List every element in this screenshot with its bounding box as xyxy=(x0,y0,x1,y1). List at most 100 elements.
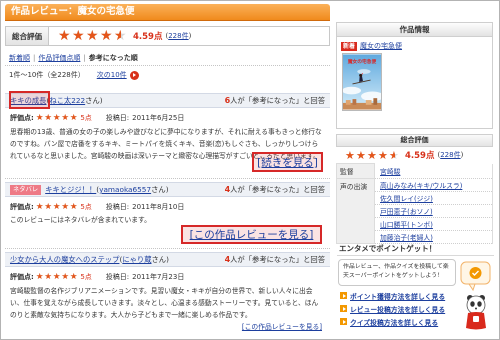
review-count-link[interactable]: 228件 xyxy=(440,151,460,159)
review-header: ネタバレ キキとジジ！！(yamaoka6557 さん) 4人が「参考になった」と回… xyxy=(5,182,330,197)
rating-label: 評価点: xyxy=(10,114,34,122)
star-icon xyxy=(44,203,53,212)
sort-options: 新着順 | 作品評価点順 | 参考になった順 xyxy=(9,53,138,63)
reviewer-link[interactable]: ねこ太222 xyxy=(49,96,85,106)
overall-star-rating xyxy=(58,29,128,43)
divider xyxy=(5,248,330,249)
credit-name-link[interactable]: 加藤治子(老婦人) xyxy=(380,234,433,242)
read-more-link[interactable]: [続きを見る] xyxy=(252,152,323,172)
star-icon xyxy=(70,273,79,282)
star-icon xyxy=(367,150,378,161)
star-icon xyxy=(114,29,128,43)
helpful-label: 人が「参考になった」と回答 xyxy=(230,184,325,194)
star-icon xyxy=(70,114,79,123)
sort-rating-link[interactable]: 作品評価点順 xyxy=(38,54,80,62)
work-title-row: 新着 魔女の宅急便 xyxy=(341,41,402,51)
credit-names: 佐久間レイ(ジジ) xyxy=(374,191,493,205)
work-info-title: 作品情報 xyxy=(337,23,492,37)
review-star-rating xyxy=(36,114,79,123)
credit-name-link[interactable]: 戸田恵子(おソノ) xyxy=(380,208,433,216)
page-title-bar: 作品レビュー：魔女の宅急便 xyxy=(5,4,330,21)
result-range: 1件～10件（全228件） xyxy=(9,71,85,79)
new-badge: 新着 xyxy=(341,41,358,51)
work-info-box: 作品情報 新着 魔女の宅急便 魔女の宅急便 xyxy=(336,22,493,129)
review-title-link[interactable]: キキとジジ！！ xyxy=(45,185,96,195)
star-icon xyxy=(378,150,389,161)
review-star-rating xyxy=(36,203,79,212)
sidebar-star-rating xyxy=(345,150,400,161)
page-title: 作品レビュー：魔女の宅急便 xyxy=(11,6,135,17)
star-icon xyxy=(70,203,79,212)
posted-label: 投稿日: xyxy=(105,114,130,122)
credit-names: 宮崎駿 xyxy=(374,163,493,179)
sidebar-review-count: (228件) xyxy=(437,150,463,160)
star-icon xyxy=(61,203,70,212)
review-count-link[interactable]: 228件 xyxy=(168,32,188,40)
promo-title: エンタメでポイントゲット！ xyxy=(337,243,494,256)
sidebar-rating-row: 4.59点 (228件) xyxy=(345,149,463,162)
points-guide-link[interactable]: ポイント獲得方法を詳しく見る xyxy=(350,291,445,301)
reviewer-link[interactable]: にゃり蔵 xyxy=(122,255,151,265)
reviewer-link[interactable]: yamaoka6557 xyxy=(99,185,151,194)
rating-label: 評価点: xyxy=(10,203,34,211)
review-guide-link[interactable]: レビュー投稿方法を詳しく見る xyxy=(350,304,445,314)
star-icon xyxy=(36,273,45,282)
sidebar-score: 4.59点 xyxy=(405,151,435,161)
review-score: 5点 xyxy=(80,114,92,122)
star-icon xyxy=(53,114,62,123)
star-icon xyxy=(72,29,86,43)
highlight-box xyxy=(9,91,50,109)
review-header: 少女から大人の魔女へのステップ(にゃり蔵 さん) 4人が「参考になった」と回答 xyxy=(5,252,330,267)
sort-newest-link[interactable]: 新着順 xyxy=(9,54,30,62)
star-icon xyxy=(44,273,53,282)
credit-names: 戸田恵子(おソノ) xyxy=(374,204,493,218)
helpful-label: 人が「参考になった」と回答 xyxy=(230,95,325,105)
credit-row-director: 監督 宮崎駿 xyxy=(336,163,493,179)
mascot-illustration xyxy=(460,261,491,330)
paren-close: ) xyxy=(188,32,192,40)
quiz-guide-link[interactable]: クイズ投稿方法を詳しく見る xyxy=(350,317,438,327)
credit-row-cast: 声の出演 高山みなみ(キキ/ウルスラ) xyxy=(336,178,493,244)
orange-arrow-icon xyxy=(340,292,347,299)
helpful-count-text: 6人が「参考になった」と回答 xyxy=(225,96,325,106)
star-icon xyxy=(86,29,100,43)
star-icon xyxy=(61,114,70,123)
next-page-link[interactable]: 次の10件 xyxy=(97,70,127,80)
star-icon xyxy=(53,203,62,212)
review-rating-row: 評価点: 5点 投稿日: 2011年7月23日 xyxy=(10,272,184,282)
credit-name-link[interactable]: 高山みなみ(キキ/ウルスラ) xyxy=(380,182,462,190)
reviewer-close: さん) xyxy=(151,254,169,264)
star-icon xyxy=(36,114,45,123)
review-date: 2011年6月25日 xyxy=(132,114,185,122)
credit-name-link[interactable]: 山口勝平(トンボ) xyxy=(380,221,433,229)
review-score: 5点 xyxy=(80,273,92,281)
overall-review-count: (228件) xyxy=(165,31,191,41)
sort-helpful-current: 参考になった順 xyxy=(88,54,138,62)
orange-arrow-icon xyxy=(340,318,347,325)
star-icon xyxy=(36,203,45,212)
star-icon xyxy=(58,29,72,43)
star-icon xyxy=(61,273,70,282)
divider xyxy=(5,178,330,179)
view-review-link[interactable]: [この作品レビューを見る] xyxy=(242,323,322,331)
credit-names: 加藤治子(老婦人) xyxy=(374,230,493,244)
view-review-link[interactable]: [この作品レビューを見る] xyxy=(181,225,322,244)
credit-names: 山口勝平(トンボ) xyxy=(374,217,493,231)
spoiler-badge: ネタバレ xyxy=(10,184,42,195)
credits-table: 監督 宮崎駿 声の出演 高山みなみ(キキ/ウルスラ) 佐久間レイ(ジジ) 戸田恵… xyxy=(336,163,493,244)
dvd-cover-image[interactable]: 魔女の宅急便 xyxy=(342,53,382,111)
posted-label: 投稿日: xyxy=(105,203,130,211)
divider xyxy=(5,65,330,66)
star-icon xyxy=(100,29,114,43)
review-title-link[interactable]: 少女から大人の魔女へのステップ xyxy=(10,255,119,265)
credit-role: 監督 xyxy=(336,163,375,179)
helpful-count-text: 4人が「参考になった」と回答 xyxy=(225,255,325,265)
credit-name-link[interactable]: 佐久間レイ(ジジ) xyxy=(380,195,433,203)
review-rating-row: 評価点: 5点 投稿日: 2011年6月25日 xyxy=(10,113,184,123)
paren-close: ) xyxy=(460,151,464,159)
sidebar-rating-header: 総合評価 xyxy=(336,134,493,147)
work-title-link[interactable]: 魔女の宅急便 xyxy=(360,41,402,51)
next-arrow-icon[interactable] xyxy=(129,70,139,80)
promo-links: ポイント獲得方法を詳しく見る レビュー投稿方法を詳しく見る クイズ投稿方法を詳し… xyxy=(340,289,445,328)
credit-name-link[interactable]: 宮崎駿 xyxy=(380,168,400,176)
